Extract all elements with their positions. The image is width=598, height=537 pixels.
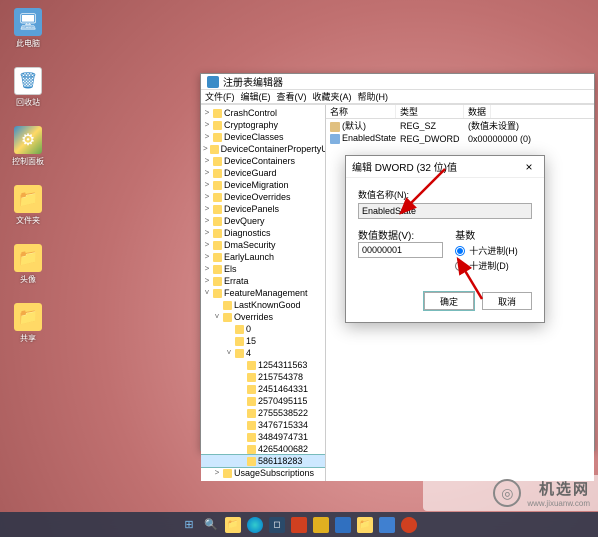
tree-item[interactable]: 215754378 [201,371,325,383]
desktop-icon-folder1[interactable]: 📁文件夹 [8,185,48,226]
cancel-button[interactable]: 取消 [482,292,532,310]
menu-help[interactable]: 帮助(H) [358,90,389,103]
tree-item[interactable]: >UsageSubscriptions [201,467,325,479]
desktop-icons: 🖥此电脑 🗑回收站 ⚙控制面板 📁文件夹 📁头像 📁共享 [8,8,48,344]
desktop-icon-this-pc[interactable]: 🖥此电脑 [8,8,48,49]
taskbar-app-4[interactable]: 📁 [357,517,373,533]
tree-item[interactable]: >DeviceOverrides [201,191,325,203]
ok-button[interactable]: 确定 [424,292,474,310]
tree-item[interactable]: 586118283 [201,455,325,467]
start-button[interactable]: ⊞ [181,517,197,533]
value-header: 名称 类型 数据 [326,105,594,119]
tree-item[interactable]: >EarlyLaunch [201,251,325,263]
tree-item[interactable]: 2755538522 [201,407,325,419]
regedit-tree[interactable]: >CrashControl>Cryptography>DeviceClasses… [201,105,326,481]
tree-item[interactable]: >DevicePanels [201,203,325,215]
tree-item[interactable]: >DeviceContainerPropertyUpda [201,143,325,155]
tree-item[interactable]: >DevQuery [201,215,325,227]
taskbar-edge-icon[interactable] [247,517,263,533]
tree-item[interactable]: >Diagnostics [201,227,325,239]
regedit-icon [207,76,219,88]
value-data-field[interactable] [358,242,443,258]
desktop-icon-control-panel[interactable]: ⚙控制面板 [8,126,48,167]
tree-item[interactable]: >DeviceClasses [201,131,325,143]
tree-item[interactable]: 3476715334 [201,419,325,431]
taskbar[interactable]: ⊞ 🔍 📁 ◻ 📁 [0,512,598,537]
tree-item[interactable]: ˅4 [201,347,325,359]
taskbar-app-2[interactable] [313,517,329,533]
regedit-titlebar[interactable]: 注册表编辑器 [201,74,594,90]
tree-item[interactable]: 0 [201,323,325,335]
menu-fav[interactable]: 收藏夹(A) [313,90,352,103]
search-icon[interactable]: 🔍 [203,517,219,533]
close-icon[interactable]: × [520,160,538,174]
tree-item[interactable]: ˅Overrides [201,311,325,323]
desktop-icon-folder2[interactable]: 📁头像 [8,244,48,285]
tree-item[interactable]: 2451464331 [201,383,325,395]
window-title: 注册表编辑器 [223,74,283,89]
dec-radio[interactable] [455,261,465,271]
tree-item[interactable]: LastKnownGood [201,299,325,311]
value-row[interactable]: (默认)REG_SZ(数值未设置) [326,119,594,132]
value-data-label: 数值数据(V): [358,231,414,242]
taskbar-app-3[interactable] [335,517,351,533]
desktop-icon-recycle[interactable]: 🗑回收站 [8,67,48,108]
dialog-title: 编辑 DWORD (32 位)值 [352,159,457,174]
menu-file[interactable]: 文件(F) [205,90,235,103]
menu-edit[interactable]: 编辑(E) [241,90,271,103]
tree-item[interactable]: ˅FeatureManagement [201,287,325,299]
tree-item[interactable]: 15 [201,335,325,347]
taskbar-app-1[interactable] [291,517,307,533]
tree-item[interactable]: 2570495115 [201,395,325,407]
tree-item[interactable]: >Els [201,263,325,275]
tree-item[interactable]: 4265400682 [201,443,325,455]
watermark: ◎ 机选网 www.jixuanw.com [423,475,598,511]
watermark-logo: ◎ [493,479,521,507]
tree-item[interactable]: >DeviceGuard [201,167,325,179]
tree-item[interactable]: >CrashControl [201,107,325,119]
regedit-menubar: 文件(F) 编辑(E) 查看(V) 收藏夹(A) 帮助(H) [201,90,594,104]
value-name-label: 数值名称(N): [358,188,532,201]
taskbar-explorer-icon[interactable]: 📁 [225,517,241,533]
base-label: 基数 [455,231,475,242]
tree-item[interactable]: >Cryptography [201,119,325,131]
tree-item[interactable]: 1254311563 [201,359,325,371]
taskbar-app-5[interactable] [379,517,395,533]
tree-item[interactable]: >DmaSecurity [201,239,325,251]
edit-dword-dialog[interactable]: 编辑 DWORD (32 位)值 × 数值名称(N): 数值数据(V): 基数 … [345,155,545,323]
value-name-field [358,203,532,219]
taskbar-app-6[interactable] [401,517,417,533]
value-row[interactable]: EnabledStateREG_DWORD0x00000000 (0) [326,132,594,145]
tree-item[interactable]: >DeviceContainers [201,155,325,167]
taskbar-store-icon[interactable]: ◻ [269,517,285,533]
desktop-icon-folder3[interactable]: 📁共享 [8,303,48,344]
tree-item[interactable]: 3484974731 [201,431,325,443]
tree-item[interactable]: >DeviceMigration [201,179,325,191]
hex-radio[interactable] [455,246,465,256]
menu-view[interactable]: 查看(V) [277,90,307,103]
tree-item[interactable]: >Errata [201,275,325,287]
